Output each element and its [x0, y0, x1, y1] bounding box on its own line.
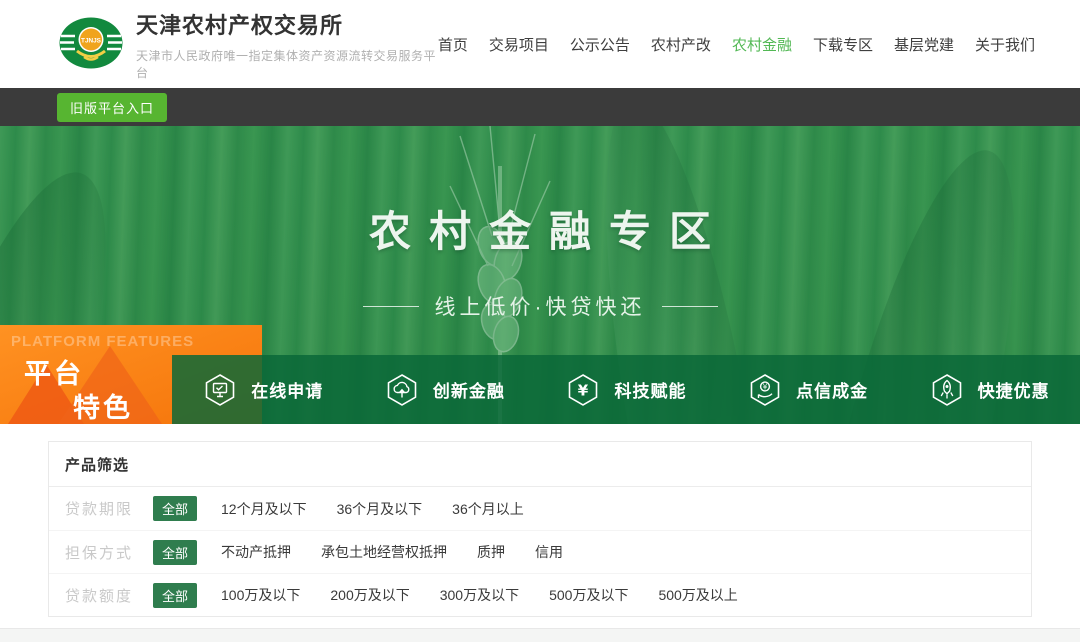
- site-subtitle: 天津市人民政府唯一指定集体资产资源流转交易服务平台: [136, 47, 438, 81]
- hero-text-block: 农村金融专区 线上低价·快贷快还: [0, 198, 1080, 321]
- features-title-line2: 特色: [73, 386, 133, 424]
- footer-strip: [0, 628, 1080, 642]
- filter-option[interactable]: 质押: [477, 542, 505, 562]
- filter-selected-badge[interactable]: 全部: [153, 540, 197, 565]
- main-content: 产品筛选 贷款期限全部12个月及以下36个月及以下36个月以上担保方式全部不动产…: [0, 424, 1080, 617]
- feature-tab-label: 在线申请: [251, 377, 323, 402]
- product-filter-panel: 产品筛选 贷款期限全部12个月及以下36个月及以下36个月以上担保方式全部不动产…: [48, 441, 1032, 617]
- svg-text:¥: ¥: [763, 382, 768, 391]
- site-title: 天津农村产权交易所: [136, 8, 438, 40]
- yen-tech-icon: ¥: [565, 372, 601, 408]
- filter-row-label: 贷款期限: [65, 498, 139, 519]
- rocket-icon: [929, 372, 965, 408]
- old-platform-entry-button[interactable]: 旧版平台入口: [57, 93, 167, 122]
- filter-panel-title: 产品筛选: [65, 457, 129, 474]
- nav-item-1[interactable]: 首页: [438, 34, 468, 55]
- filter-option[interactable]: 信用: [535, 542, 563, 562]
- feature-tab-label: 快捷优惠: [978, 377, 1050, 402]
- feature-tab-2[interactable]: 创新金融: [354, 355, 536, 424]
- feature-tabs-bar: 在线申请 创新金融 ¥ 科技赋能 ¥ 点信成金 快捷优惠: [172, 355, 1080, 424]
- svg-text:TJNJS: TJNJS: [81, 38, 102, 45]
- hero-divider-line: [662, 306, 718, 307]
- site-header: TJNJS 天津农村产权交易所 天津市人民政府唯一指定集体资产资源流转交易服务平…: [0, 0, 1080, 88]
- feature-tab-label: 科技赋能: [614, 377, 686, 402]
- brand-block: 天津农村产权交易所 天津市人民政府唯一指定集体资产资源流转交易服务平台: [136, 8, 438, 81]
- nav-item-4[interactable]: 农村产改: [651, 34, 711, 55]
- cloud-upload-icon: [384, 372, 420, 408]
- svg-text:¥: ¥: [578, 381, 589, 399]
- nav-item-8[interactable]: 关于我们: [975, 34, 1035, 55]
- filter-option[interactable]: 500万及以上: [658, 585, 737, 605]
- feature-tab-label: 创新金融: [433, 377, 505, 402]
- hero-banner: 农村金融专区 线上低价·快贷快还 PLATFORM FEATURES 平台 特色…: [0, 126, 1080, 424]
- feature-tab-5[interactable]: 快捷优惠: [898, 355, 1080, 424]
- filter-row-label: 担保方式: [65, 542, 139, 563]
- sub-header-bar: 旧版平台入口: [0, 88, 1080, 126]
- filter-option[interactable]: 12个月及以下: [221, 499, 307, 519]
- nav-item-6[interactable]: 下载专区: [813, 34, 873, 55]
- filter-rows: 贷款期限全部12个月及以下36个月及以下36个月以上担保方式全部不动产抵押承包土…: [49, 487, 1031, 616]
- filter-option[interactable]: 36个月以上: [452, 499, 524, 519]
- filter-option[interactable]: 承包土地经营权抵押: [321, 542, 447, 562]
- nav-item-7[interactable]: 基层党建: [894, 34, 954, 55]
- hero-divider-line: [363, 306, 419, 307]
- logo-emblem-icon: TJNJS: [58, 13, 124, 75]
- feature-tab-4[interactable]: ¥ 点信成金: [717, 355, 899, 424]
- filter-selected-badge[interactable]: 全部: [153, 496, 197, 521]
- filter-row-label: 贷款额度: [65, 585, 139, 606]
- top-navigation: 首页交易项目公示公告农村产改农村金融下载专区基层党建关于我们: [438, 34, 1035, 55]
- filter-option[interactable]: 500万及以下: [549, 585, 628, 605]
- filter-row-1: 贷款期限全部 12个月及以下 36个月及以下 36个月以上: [49, 487, 1031, 530]
- filter-row-2: 担保方式全部 不动产抵押 承包土地经营权抵押 质押 信用: [49, 530, 1031, 573]
- coin-hand-icon: ¥: [747, 372, 783, 408]
- filter-selected-badge[interactable]: 全部: [153, 583, 197, 608]
- nav-item-2[interactable]: 交易项目: [489, 34, 549, 55]
- feature-tab-3[interactable]: ¥ 科技赋能: [535, 355, 717, 424]
- online-apply-icon: [202, 372, 238, 408]
- features-eyebrow: PLATFORM FEATURES: [11, 333, 194, 350]
- filter-panel-header: 产品筛选: [49, 442, 1031, 487]
- hero-subtitle: 线上低价·快贷快还: [435, 291, 646, 321]
- nav-item-5[interactable]: 农村金融: [732, 34, 792, 55]
- site-logo[interactable]: TJNJS: [58, 13, 124, 75]
- hero-title: 农村金融专区: [0, 198, 1080, 259]
- filter-option[interactable]: 36个月及以下: [337, 499, 423, 519]
- nav-item-3[interactable]: 公示公告: [570, 34, 630, 55]
- filter-option[interactable]: 200万及以下: [330, 585, 409, 605]
- feature-tab-1[interactable]: 在线申请: [172, 355, 354, 424]
- filter-option[interactable]: 100万及以下: [221, 585, 300, 605]
- filter-option[interactable]: 不动产抵押: [221, 542, 291, 562]
- feature-tab-label: 点信成金: [796, 377, 868, 402]
- filter-row-3: 贷款额度全部 100万及以下 200万及以下 300万及以下 500万及以下 500万及以…: [49, 573, 1031, 616]
- page: TJNJS 天津农村产权交易所 天津市人民政府唯一指定集体资产资源流转交易服务平…: [0, 0, 1080, 642]
- filter-option[interactable]: 300万及以下: [440, 585, 519, 605]
